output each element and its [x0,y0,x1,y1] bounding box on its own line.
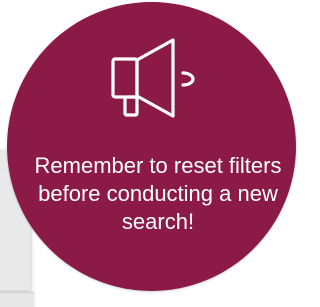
notice-message: Remember to reset filters before conduct… [34,153,282,234]
notice-stage: Remember to reset filters before conduct… [0,0,302,307]
notice-circle: Remember to reset filters before conduct… [7,2,296,291]
bottom-edge-panel [0,292,34,307]
megaphone-icon [111,38,195,118]
